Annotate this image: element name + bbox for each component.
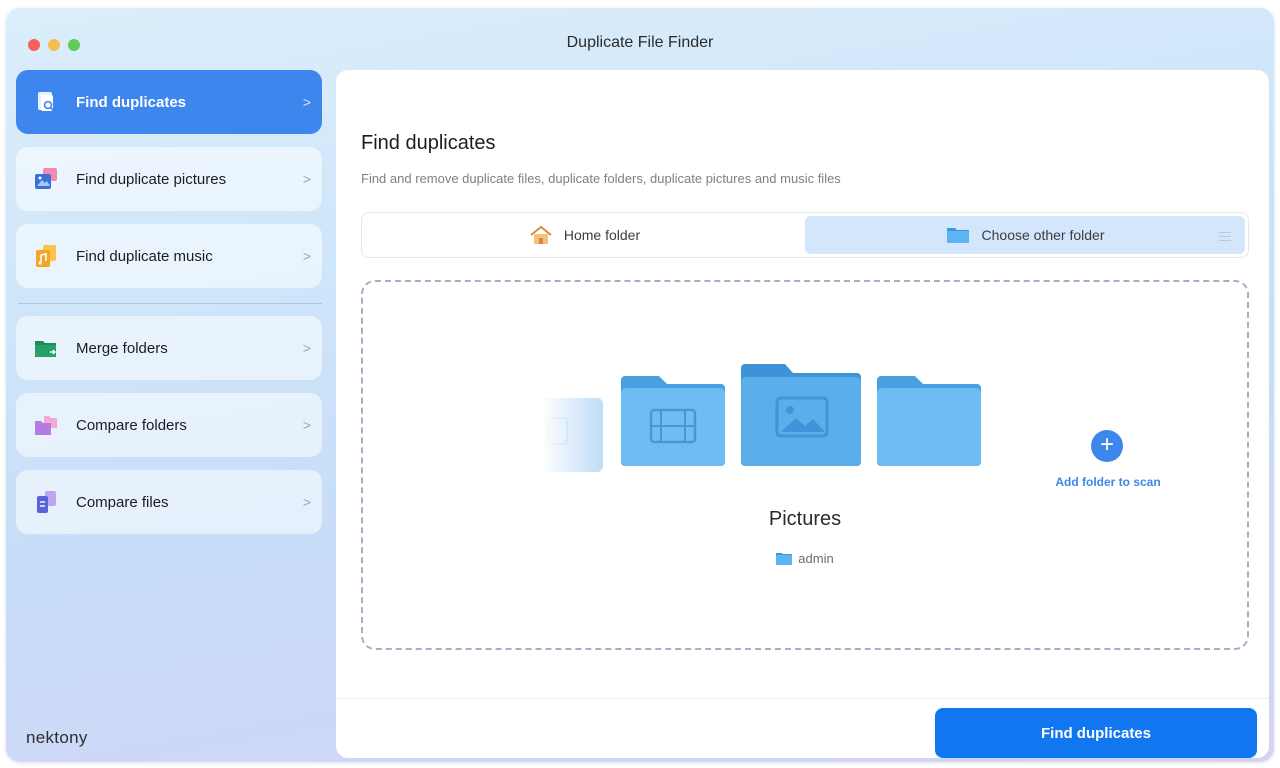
folder-source-selector: Home folder Choose other folder bbox=[361, 212, 1249, 258]
folder-icon bbox=[776, 552, 793, 565]
sidebar-item-find-duplicate-music[interactable]: Find duplicate music > bbox=[16, 224, 322, 288]
compare-folders-icon bbox=[34, 413, 58, 437]
generic-folder-icon bbox=[877, 376, 981, 466]
folder-carousel bbox=[541, 362, 993, 482]
footer-divider bbox=[336, 698, 1269, 699]
tab-home-folder[interactable]: Home folder bbox=[365, 216, 805, 254]
chevron-right-icon: > bbox=[302, 248, 312, 264]
selected-folder-path-label: admin bbox=[798, 551, 834, 566]
duplicate-pictures-icon bbox=[34, 167, 58, 191]
find-duplicates-icon bbox=[34, 90, 58, 114]
sidebar-item-find-duplicates[interactable]: Find duplicates > bbox=[16, 70, 322, 134]
window-title: Duplicate File Finder bbox=[566, 34, 714, 51]
chevron-right-icon: > bbox=[302, 340, 312, 356]
brand-logo: nektony bbox=[26, 728, 88, 747]
title-bar: Duplicate File Finder bbox=[6, 8, 1274, 68]
folder-icon bbox=[946, 226, 970, 244]
app-window: Duplicate File Finder Find duplicates > … bbox=[6, 8, 1274, 762]
sidebar-item-label: Merge folders bbox=[76, 339, 168, 357]
sidebar-item-label: Compare files bbox=[76, 493, 169, 511]
movies-folder-icon bbox=[621, 376, 725, 466]
sidebar-item-compare-files[interactable]: Compare files > bbox=[16, 470, 322, 534]
sidebar-item-label: Find duplicate music bbox=[76, 247, 213, 265]
merge-folders-icon bbox=[34, 336, 58, 360]
chevron-right-icon: > bbox=[302, 171, 312, 187]
document-folder-icon bbox=[541, 390, 605, 472]
folder-drop-zone[interactable]: + Add folder to scan Pictures admin bbox=[361, 280, 1249, 650]
chevron-right-icon: > bbox=[302, 494, 312, 510]
page-title: Find duplicates bbox=[361, 132, 496, 154]
selected-folder-name: Pictures bbox=[768, 508, 842, 530]
compare-files-icon bbox=[34, 490, 58, 514]
menu-icon[interactable] bbox=[1219, 232, 1231, 244]
selected-folder-path: admin bbox=[363, 551, 1247, 566]
chevron-right-icon: > bbox=[302, 417, 312, 433]
page-subtitle: Find and remove duplicate files, duplica… bbox=[361, 171, 841, 186]
add-folder-button[interactable]: + bbox=[1091, 430, 1123, 462]
duplicate-music-icon bbox=[34, 244, 58, 268]
pictures-folder-icon bbox=[741, 364, 861, 466]
tab-choose-other-folder-label: Choose other folder bbox=[981, 227, 1105, 243]
sidebar-item-label: Find duplicates bbox=[76, 93, 187, 111]
sidebar-item-label: Compare folders bbox=[76, 416, 187, 434]
main-panel: Find duplicates Find and remove duplicat… bbox=[336, 70, 1269, 758]
sidebar-item-merge-folders[interactable]: Merge folders > bbox=[16, 316, 322, 380]
add-folder-label[interactable]: Add folder to scan bbox=[1043, 475, 1173, 489]
sidebar-item-find-duplicate-pictures[interactable]: Find duplicate pictures > bbox=[16, 147, 322, 211]
find-duplicates-button[interactable]: Find duplicates bbox=[935, 708, 1257, 758]
tab-choose-other-folder[interactable]: Choose other folder bbox=[805, 216, 1245, 254]
sidebar-divider bbox=[18, 303, 322, 304]
chevron-right-icon: > bbox=[302, 94, 312, 110]
home-icon bbox=[530, 225, 552, 245]
sidebar-item-label: Find duplicate pictures bbox=[76, 170, 227, 188]
tab-home-folder-label: Home folder bbox=[563, 227, 641, 243]
sidebar-item-compare-folders[interactable]: Compare folders > bbox=[16, 393, 322, 457]
